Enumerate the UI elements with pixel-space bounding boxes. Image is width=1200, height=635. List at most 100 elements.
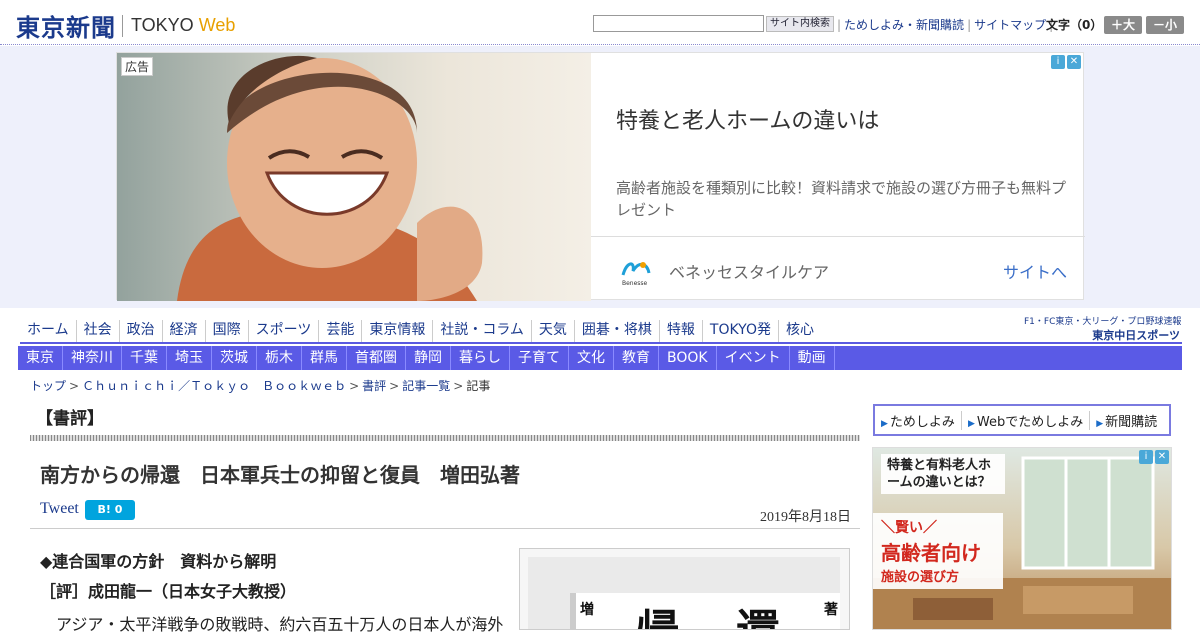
sidebar-link-web-trial[interactable]: ▶ Webでためしよみ [962, 410, 1091, 430]
nav2-tochigi[interactable]: 栃木 [257, 346, 302, 370]
font-smaller-button[interactable]: －小 [1146, 16, 1184, 34]
nav-weather[interactable]: 天気 [530, 320, 574, 342]
nav-editorial[interactable]: 社説・コラム [432, 320, 531, 342]
site-search-button[interactable]: サイト内検索 [766, 16, 834, 32]
nav2-parenting[interactable]: 子育て [510, 346, 569, 370]
subscription-links: ▶ ためしよみ ▶ Webでためしよみ ▶ 新聞購読 [873, 404, 1171, 436]
section-title: 【書評】 [36, 409, 104, 429]
nav2-shizuoka[interactable]: 静岡 [406, 346, 451, 370]
sidebar-ad-headline: 特養と有料老人ホームの違いとは？ [881, 454, 1005, 494]
article-reviewer: ［評］成田龍一（日本女子大教授） [40, 582, 297, 601]
adchoices[interactable]: i ✕ [1051, 55, 1081, 69]
nav-igo-shogi[interactable]: 囲碁・将棋 [573, 320, 659, 342]
book-cover-char: 増 [580, 602, 594, 618]
chunichi-sports-link[interactable]: F1・FC東京・大リーグ・プロ野球速報 東京中日スポーツ [1024, 314, 1182, 343]
book-cover-char: 著 [824, 602, 838, 618]
triangle-right-icon: ▶ [881, 418, 888, 429]
link-trial-subscribe[interactable]: ためしよみ・新聞購読 [844, 16, 964, 33]
sidebar-link-label: Webでためしよみ [976, 414, 1084, 430]
chunichi-name: 東京中日スポーツ [1092, 329, 1180, 342]
primary-nav: ホーム 社会 政治 経済 国際 スポーツ 芸能 東京情報 社説・コラム 天気 囲… [20, 320, 821, 342]
nav2-events[interactable]: イベント [717, 346, 790, 370]
sidebar-link-trial[interactable]: ▶ ためしよみ [875, 410, 962, 430]
adchoices-close-icon[interactable]: ✕ [1067, 55, 1081, 69]
breadcrumb-current: 記事 [466, 379, 491, 393]
hatena-bookmark-button[interactable]: B! 0 [85, 500, 135, 520]
nav2-kanagawa[interactable]: 神奈川 [63, 346, 122, 370]
section-divider [30, 435, 860, 441]
logo-web: Web [198, 15, 236, 35]
adchoices-close-icon[interactable]: ✕ [1155, 450, 1169, 464]
breadcrumb-bookweb[interactable]: Ｃｈｕｎｉｃｈｉ／Ｔｏｋｙｏ Ｂｏｏｋｗｅｂ [82, 379, 346, 393]
nav-tokyo-info[interactable]: 東京情報 [361, 320, 432, 342]
nav-home[interactable]: ホーム [20, 320, 76, 342]
tweet-button[interactable]: Tweet [40, 500, 79, 518]
link-sitemap[interactable]: サイトマップ [974, 16, 1046, 33]
secondary-nav: 東京 神奈川 千葉 埼玉 茨城 栃木 群馬 首都圏 静岡 暮らし 子育て 文化 … [18, 346, 1182, 370]
article-title: 南方からの帰還 日本軍兵士の抑留と復員 増田弘著 [40, 463, 520, 487]
adchoices-info-icon[interactable]: i [1139, 450, 1153, 464]
nav2-metro[interactable]: 首都圏 [347, 346, 406, 370]
ad-cta-link[interactable]: サイトへ [1003, 259, 1067, 283]
nav-tokyo-hatsu[interactable]: TOKYO発 [701, 320, 778, 342]
adchoices-info-icon[interactable]: i [1051, 55, 1065, 69]
ad-title[interactable]: 特養と老人ホームの違いは [616, 103, 879, 135]
site-logo[interactable]: 東京新聞 TOKYO Web [16, 8, 235, 43]
header-links: | ためしよみ・新聞購読 | サイトマップ | [837, 16, 1054, 33]
book-photo-bg: 増 帰 還 著 [528, 557, 840, 629]
sidebar-ad-callout-line1: ＼賢い／ [881, 520, 937, 536]
logo-japanese: 東京新聞 [16, 13, 116, 42]
article-body: アジア・太平洋戦争の敗戦時、約六百五十万人の日本人が海外 [56, 615, 504, 634]
article-subtitle: ◆連合国軍の方針 資料から解明 [40, 552, 277, 571]
nav-economy[interactable]: 経済 [161, 320, 205, 342]
site-search-input[interactable] [593, 15, 764, 32]
breadcrumb: トップ > Ｃｈｕｎｉｃｈｉ／Ｔｏｋｙｏ Ｂｏｏｋｗｅｂ > 書評 > 記事一覧 > 記事 [30, 379, 491, 393]
nav2-gunma[interactable]: 群馬 [302, 346, 347, 370]
nav-international[interactable]: 国際 [204, 320, 248, 342]
sidebar-adchoices[interactable]: i ✕ [1139, 450, 1169, 464]
book-cover-char: 帰 [636, 595, 680, 629]
nav-special-report[interactable]: 特報 [658, 320, 702, 342]
sidebar-ad-callout-line3: 施設の選び方 [881, 570, 960, 585]
ad-description[interactable]: 高齢者施設を種類別に比較！資料請求で施設の選び方冊子も無料プレゼント [616, 177, 1076, 221]
nav-entertainment[interactable]: 芸能 [318, 320, 361, 342]
nav-politics[interactable]: 政治 [118, 320, 162, 342]
benesse-logo-text: Benesse [622, 280, 648, 287]
nav-sports[interactable]: スポーツ [247, 320, 319, 342]
nav-kakushin[interactable]: 核心 [777, 320, 821, 342]
nav2-video[interactable]: 動画 [790, 346, 835, 370]
nav2-tokyo[interactable]: 東京 [18, 346, 63, 370]
site-header: 東京新聞 TOKYO Web サイト内検索 | ためしよみ・新聞購読 | サイト… [0, 0, 1200, 45]
ad-brand: ベネッセスタイルケア [669, 263, 830, 282]
top-advertisement[interactable]: 広告 特養と老人ホームの違いは 高齢者施設を種類別に比較！資料請求で施設の選び方… [116, 52, 1085, 301]
book-cover: 増 帰 還 著 [570, 593, 840, 629]
triangle-right-icon: ▶ [967, 418, 975, 429]
article-date: 2019年8月18日 [760, 510, 851, 525]
breadcrumb-top[interactable]: トップ [30, 379, 66, 393]
breadcrumb-article-list[interactable]: 記事一覧 [402, 379, 450, 393]
ad-photo-illustration [117, 53, 591, 301]
triangle-right-icon: ▶ [1096, 418, 1104, 429]
nav2-chiba[interactable]: 千葉 [122, 346, 167, 370]
sidebar-ad-callout: ＼賢い／ 高齢者向け 施設の選び方 [873, 513, 1003, 589]
nav2-book[interactable]: BOOK [659, 346, 717, 370]
nav2-living[interactable]: 暮らし [451, 346, 510, 370]
sidebar-link-subscribe[interactable]: ▶ 新聞購読 [1090, 411, 1163, 430]
sidebar-advertisement[interactable]: 特養と有料老人ホームの違いとは？ ＼賢い／ 高齢者向け 施設の選び方 i ✕ [872, 447, 1172, 630]
nav-society[interactable]: 社会 [75, 320, 119, 342]
nav2-saitama[interactable]: 埼玉 [167, 346, 212, 370]
ad-label: 広告 [121, 57, 154, 76]
breadcrumb-book-review[interactable]: 書評 [362, 379, 386, 393]
nav2-culture[interactable]: 文化 [569, 346, 614, 370]
chunichi-tagline: F1・FC東京・大リーグ・プロ野球速報 [1024, 317, 1182, 327]
sidebar-link-label: ためしよみ [889, 414, 955, 430]
ad-photo-smiling-woman[interactable]: 広告 [117, 53, 591, 301]
logo-english: TOKYO [131, 15, 194, 35]
ad-footer: Benesse ベネッセスタイルケア サイトへ [591, 236, 1085, 301]
nav2-education[interactable]: 教育 [614, 346, 659, 370]
book-cover-char: 還 [736, 595, 780, 629]
sidebar-link-label: 新聞購読 [1105, 414, 1158, 430]
nav2-ibaraki[interactable]: 茨城 [212, 346, 257, 370]
book-cover-image[interactable]: 増 帰 還 著 [519, 548, 850, 630]
font-larger-button[interactable]: ＋大 [1104, 16, 1142, 34]
